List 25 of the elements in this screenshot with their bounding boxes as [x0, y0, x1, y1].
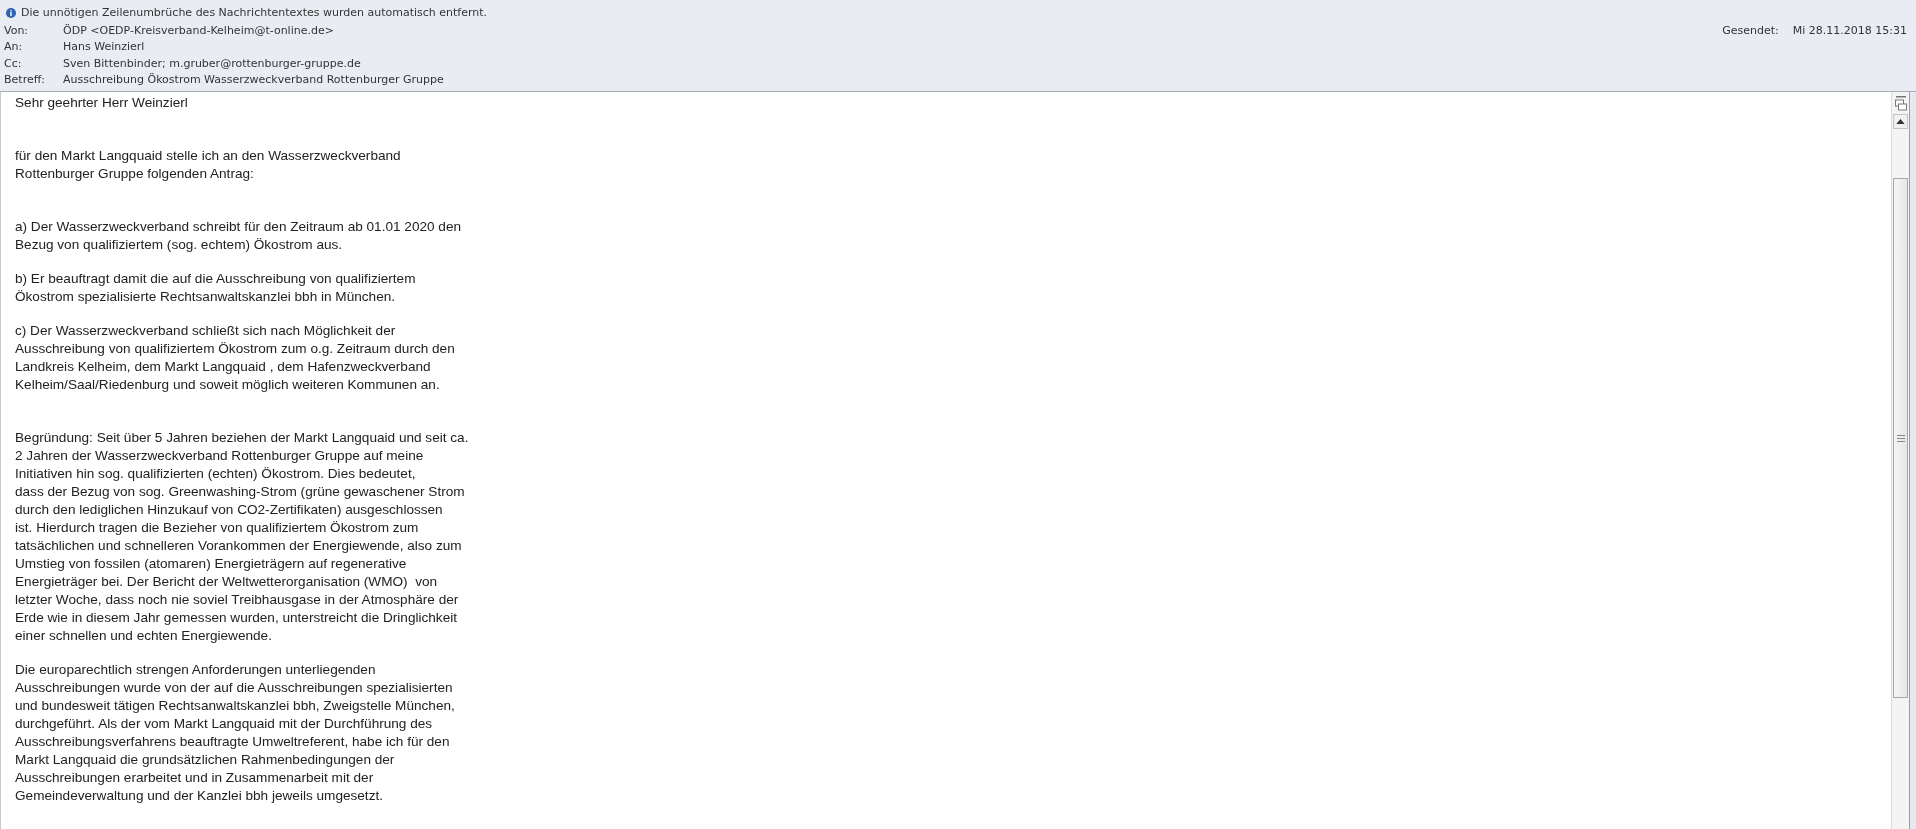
field-value: Hans Weinzierl: [63, 40, 145, 54]
field-value: Ausschreibung Ökostrom Wasserzweckverband Rottenburger Gruppe: [63, 73, 444, 87]
grip-icon: [1896, 434, 1905, 442]
field-value: ÖDP <OEDP-Kreisverband-Kelheim@t-online.de>: [63, 23, 334, 37]
paragraph: a) Der Wasserzweckverband schreibt für den Zeitraum ab 01.01 2020 den Bezug von qualifiziertem (sog. echtem) Ökostrom aus.: [15, 218, 463, 254]
info-message: Die unnötigen Zeilenumbrüche des Nachrichtentextes wurden automatisch entfernt.: [21, 6, 488, 19]
up-arrow-icon: [1896, 119, 1905, 124]
sent-date: Mi 28.11.2018 15:31: [1792, 23, 1907, 37]
field-value: Sven Bittenbinder; m.gruber@rottenburger-gruppe.de: [63, 56, 361, 70]
paragraph: Die europarechtlich strengen Anforderungen unterliegenden Ausschreibungen wurde von der auf die Ausschreibungen spezialisierten und bundesweit tätigen Rechtsanwaltskanzlei bbh, Zweigstelle München, durchgeführt. Als der vom Markt Langquaid mit der Durchführung des Ausschreibungsverfahrens beauftragte Umweltreferent, habe ich für den Markt Langquaid die grundsätzlichen Rahmenbedingungen der Ausschreibungen erarbeitet und in Zusammenarbeit mit der Gemeindeverwaltung und der Kanzlei bbh jeweils umgesetzt.: [15, 661, 456, 805]
paragraph: für den Markt Langquaid stelle ich an den Wasserzweckverband Rottenburger Gruppe folgenden Antrag:: [15, 147, 402, 183]
scrollbar[interactable]: [1891, 92, 1909, 829]
info-icon: [6, 7, 16, 18]
field-label: An:: [4, 40, 24, 54]
field-label: Cc:: [4, 56, 23, 70]
scroll-thumb[interactable]: [1893, 178, 1908, 698]
scroll-up-button[interactable]: [1893, 114, 1908, 129]
field-label: Gesendet:: [1722, 23, 1779, 37]
field-label: Von:: [4, 23, 30, 37]
paragraph: c) Der Wasserzweckverband schließt sich nach Möglichkeit der Ausschreibung von qualifiziertem Ökostrom zum o.g. Zeitraum durch den Landkreis Kelheim, dem Markt Langquaid , dem Hafenzweckverband Kelheim/Saal/Riedenburg und soweit möglich weiteren Kommunen an.: [15, 322, 456, 394]
paragraph: Sehr geehrter Herr Weinzierl: [15, 94, 189, 112]
paragraph: b) Er beauftragt damit die auf die Ausschreibung von qualifiziertem Ökostrom spezialisierte Rechtsanwaltskanzlei bbh in München.: [15, 270, 417, 306]
field-label: Betreff:: [4, 73, 46, 87]
layout-icon[interactable]: [1893, 96, 1908, 112]
paragraph: Begründung: Seit über 5 Jahren beziehen der Markt Langquaid und seit ca. 2 Jahren der Wasserzweckverband Rottenburger Gruppe auf meine Initiativen hin sog. qualifizierten (echten) Ökostrom. Dies bedeutet, dass der Bezug von sog. Greenwashing-Strom (grüne gewaschener Strom durch den lediglichen Hinzukauf von CO2-Zertifikaten) ausgeschlossen ist. Hierdurch tragen die Bezieher von qualifiziertem Ökostrom zum tatsächlichen und schnelleren Vorankommen der Energiewende, also zum Umstieg von fossilen (atomaren) Energieträgern auf regenerative Energieträger bei. Der Bericht der Weltwetterorganisation (WMO) von letzter Woche, dass noch nie soviel Treibhausgase in der Atmosphäre der Erde wie in diesem Jahr gemessen wurden, unterstreicht die Dringlichkeit einer schnellen und echten Energiewende.: [15, 429, 470, 645]
